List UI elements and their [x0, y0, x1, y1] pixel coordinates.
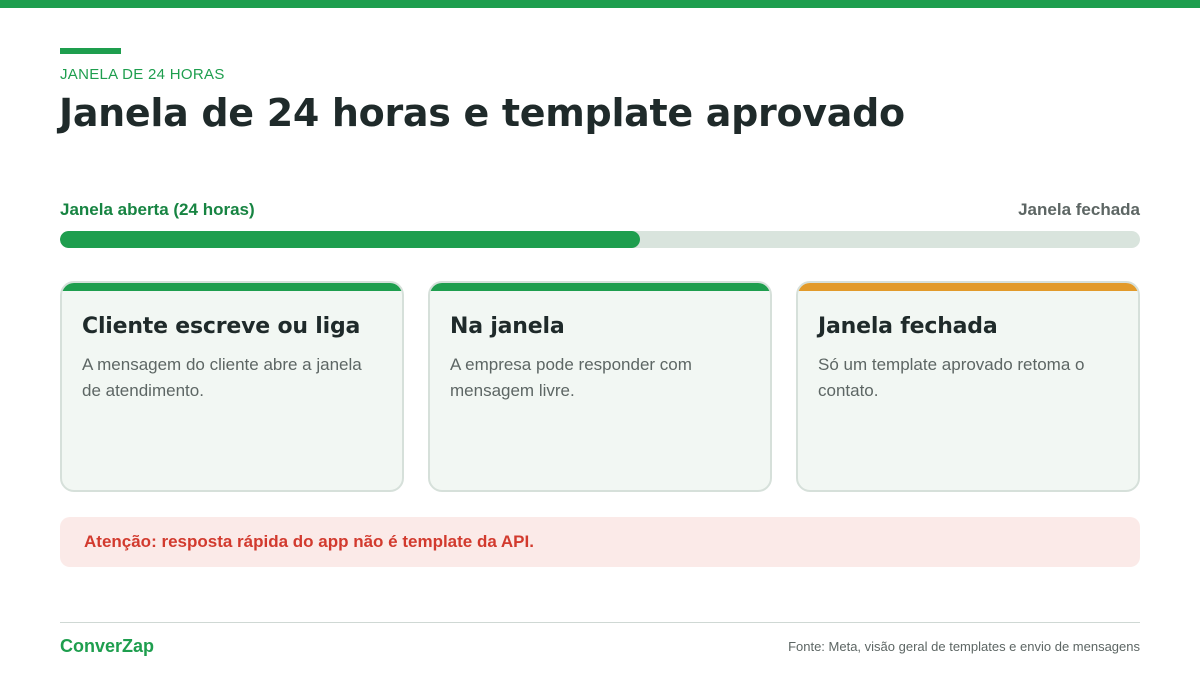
card-janela-fechada: Janela fechada Só um template aprovado r… — [796, 281, 1140, 492]
section-eyebrow: JANELA DE 24 HORAS — [60, 66, 225, 83]
source-citation: Fonte: Meta, visão geral de templates e … — [788, 639, 1140, 654]
footer-divider — [60, 622, 1140, 623]
window-progress-fill — [60, 231, 640, 248]
progress-label-open: Janela aberta (24 horas) — [60, 200, 255, 219]
card-cliente-escreve: Cliente escreve ou liga A mensagem do cl… — [60, 281, 404, 492]
card-title: Na janela — [450, 314, 565, 339]
card-accent-stripe — [62, 283, 402, 291]
warning-alert: Atenção: resposta rápida do app não é te… — [60, 517, 1140, 567]
window-progress-bar — [60, 231, 1140, 248]
top-accent-bar — [0, 0, 1200, 8]
page-title: Janela de 24 horas e template aprovado — [59, 91, 905, 135]
card-accent-stripe — [798, 283, 1138, 291]
card-description: A empresa pode responder com mensagem li… — [450, 355, 692, 400]
header-accent-line — [60, 48, 121, 54]
card-description: A mensagem do cliente abre a janela de a… — [82, 355, 362, 400]
brand-logo-text: ConverZap — [60, 636, 155, 656]
card-title: Cliente escreve ou liga — [82, 314, 361, 339]
card-description: Só um template aprovado retoma o contato… — [818, 355, 1085, 400]
warning-alert-text: Atenção: resposta rápida do app não é te… — [84, 532, 534, 551]
card-title: Janela fechada — [818, 314, 998, 339]
card-na-janela: Na janela A empresa pode responder com m… — [428, 281, 772, 492]
progress-label-closed: Janela fechada — [1018, 200, 1140, 219]
card-accent-stripe — [430, 283, 770, 291]
cards-row: Cliente escreve ou liga A mensagem do cl… — [60, 281, 1140, 492]
